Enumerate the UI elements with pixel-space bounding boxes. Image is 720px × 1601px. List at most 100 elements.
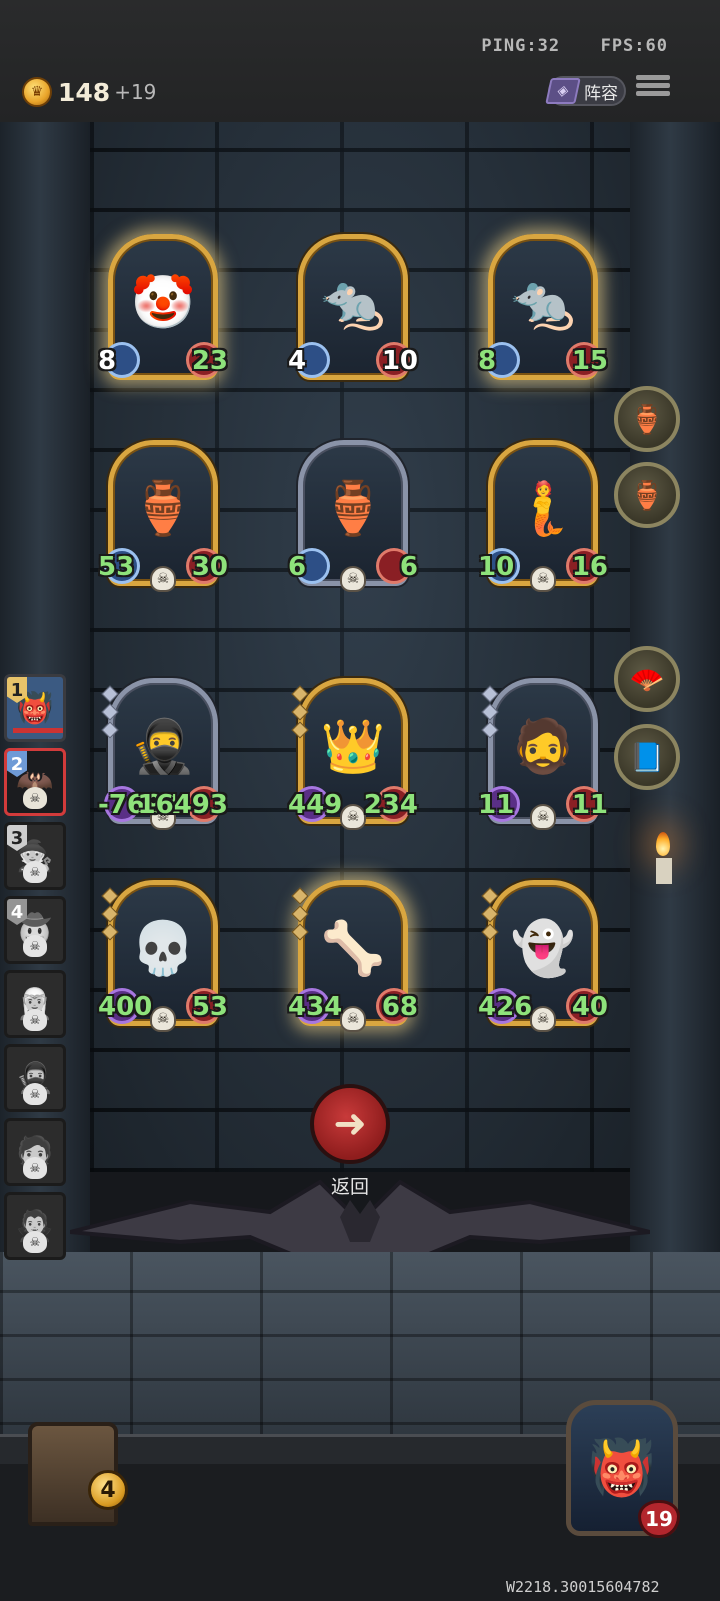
- roster-player-5[interactable]: 🧝 ☠: [4, 970, 66, 1038]
- minion-portrait: 👻: [510, 918, 576, 979]
- minion-health: 16: [571, 552, 608, 582]
- skull-icon: ☠: [530, 804, 556, 830]
- skull-icon: ☠: [23, 1009, 47, 1031]
- crown-coin-icon: ♛: [22, 77, 52, 107]
- minion-card-clown[interactable]: 🤡 8 23: [98, 234, 228, 382]
- tier-pips: [101, 685, 119, 739]
- candle-icon: [656, 832, 672, 884]
- tier-pips: [291, 685, 309, 739]
- skull-icon: ☠: [23, 861, 47, 883]
- skull-icon: ☠: [530, 1006, 556, 1032]
- tier-pips: [101, 887, 119, 941]
- minion-portrait: 🦴: [320, 918, 386, 979]
- minion-health: 15: [571, 346, 608, 376]
- minion-card-red-hood-assassin[interactable]: 🥷 ☠ -7691 16493: [98, 678, 228, 830]
- back-label: 返回: [330, 1176, 369, 1198]
- roster-player-6[interactable]: 🥷 ☠: [4, 1044, 66, 1112]
- arrow-left-icon: ➜: [333, 1101, 367, 1147]
- minion-health: 30: [191, 552, 228, 582]
- skull-icon: ☠: [23, 787, 47, 809]
- minion-portrait: 🏺: [320, 478, 386, 539]
- minion-health: 10: [381, 346, 418, 376]
- minion-health: 40: [571, 992, 608, 1022]
- minion-card-rat-bandit[interactable]: 🐀 4 10: [288, 234, 418, 382]
- minion-attack: 434: [288, 992, 343, 1022]
- roster-player-4[interactable]: 🤠 4 ☠: [4, 896, 66, 964]
- minion-health: 6: [399, 552, 418, 582]
- minion-portrait: 👑: [320, 716, 386, 777]
- roster-player-8[interactable]: 🧛 ☠: [4, 1192, 66, 1260]
- minion-card-dark-king[interactable]: 👑 ☠ 449 234: [288, 678, 418, 830]
- minion-portrait: 🧔: [510, 716, 576, 777]
- minion-attack: 4: [288, 346, 307, 376]
- item-slot-fan-icon[interactable]: 🪭: [614, 646, 680, 712]
- tier-pips: [291, 887, 309, 941]
- skull-icon: ☠: [340, 566, 366, 592]
- book-icon: ◈: [545, 78, 581, 104]
- hero-health: 19: [638, 1500, 680, 1538]
- minion-card-mad-scholar[interactable]: 🧔 ☠ 11 11: [478, 678, 608, 830]
- minion-card-cursed-urn-silver[interactable]: 🏺 ☠ 6 6: [288, 440, 418, 592]
- minion-portrait: 🤡: [130, 272, 196, 333]
- coin-income: +19: [114, 80, 157, 104]
- minion-attack: 11: [478, 790, 515, 820]
- item-slot-urn-icon[interactable]: 🏺: [614, 462, 680, 528]
- back-button[interactable]: ➜: [310, 1084, 390, 1164]
- coin-amount: 148: [58, 77, 111, 107]
- hero-portrait[interactable]: 👹 19: [566, 1400, 682, 1540]
- chest-count: 4: [88, 1470, 128, 1510]
- minion-health: 23: [191, 346, 228, 376]
- coin-counter: ♛ 148 +19: [22, 76, 156, 108]
- hamburger-icon: [636, 75, 670, 80]
- minion-portrait: 🥷: [130, 716, 196, 777]
- ping-readout: PING:32: [481, 36, 561, 56]
- minion-attack: 53: [98, 552, 135, 582]
- minion-portrait: 🐀: [510, 272, 576, 333]
- skull-icon: ☠: [23, 935, 47, 957]
- roster-player-7[interactable]: 🧑 ☠: [4, 1118, 66, 1186]
- skull-icon: ☠: [150, 566, 176, 592]
- skull-icon: ☠: [340, 1006, 366, 1032]
- player-health-bar: [13, 728, 63, 733]
- build-id: W2218.30015604782: [506, 1578, 660, 1596]
- minion-portrait: 💀: [130, 918, 196, 979]
- skull-icon: ☠: [23, 1231, 47, 1253]
- tier-pips: [481, 685, 499, 739]
- minion-card-rat-bandit-golden[interactable]: 🐀 8 15: [478, 234, 608, 382]
- minion-health: 53: [191, 992, 228, 1022]
- skull-icon: ☠: [23, 1157, 47, 1179]
- skull-icon: ☠: [340, 804, 366, 830]
- minion-attack: 400: [98, 992, 153, 1022]
- minion-portrait: 🧜: [510, 478, 576, 539]
- item-slot-urn-icon[interactable]: 🏺: [614, 386, 680, 452]
- top-bar: PING:32 FPS:60 ♛ 148 +19 ◈ 阵容: [0, 0, 720, 122]
- skull-icon: ☠: [150, 1006, 176, 1032]
- chest-button[interactable]: 4: [8, 1408, 144, 1540]
- minion-card-bone-lich[interactable]: 🦴 ☠ 434 68: [288, 880, 418, 1032]
- minion-health: 68: [381, 992, 418, 1022]
- lineup-button[interactable]: ◈ 阵容: [545, 76, 626, 106]
- menu-button[interactable]: [636, 72, 670, 106]
- network-status: PING:32 FPS:60: [481, 36, 668, 56]
- player-roster: 👹 1 🦇 2 ☠ 🧙 3 ☠ 🤠 4 ☠ 🧝 ☠ 🥷 ☠ 🧑 ☠ 🧛 ☠: [0, 670, 72, 1270]
- minion-health: 11: [571, 790, 608, 820]
- minion-attack: 426: [478, 992, 533, 1022]
- minion-card-grim-reaper[interactable]: 💀 ☠ 400 53: [98, 880, 228, 1032]
- minion-card-cursed-urn[interactable]: 🏺 ☠ 53 30: [98, 440, 228, 592]
- tier-pips: [481, 887, 499, 941]
- minion-portrait: 🏺: [130, 478, 196, 539]
- roster-player-1[interactable]: 👹 1: [4, 674, 66, 742]
- minion-health: 234: [363, 790, 418, 820]
- minion-attack: 449: [288, 790, 343, 820]
- item-slot-book-icon[interactable]: 📘: [614, 724, 680, 790]
- minion-card-feathered-priestess[interactable]: 🧜 ☠ 10 16: [478, 440, 608, 592]
- minion-portrait: 🐀: [320, 272, 386, 333]
- minion-attack: 6: [288, 552, 307, 582]
- minion-attack: 8: [478, 346, 497, 376]
- minion-card-spectral-vampire[interactable]: 👻 ☠ 426 40: [478, 880, 608, 1032]
- fps-readout: FPS:60: [600, 36, 668, 56]
- lineup-label: 阵容: [584, 83, 618, 104]
- roster-player-3[interactable]: 🧙 3 ☠: [4, 822, 66, 890]
- skull-icon: ☠: [530, 566, 556, 592]
- roster-player-2[interactable]: 🦇 2 ☠: [4, 748, 66, 816]
